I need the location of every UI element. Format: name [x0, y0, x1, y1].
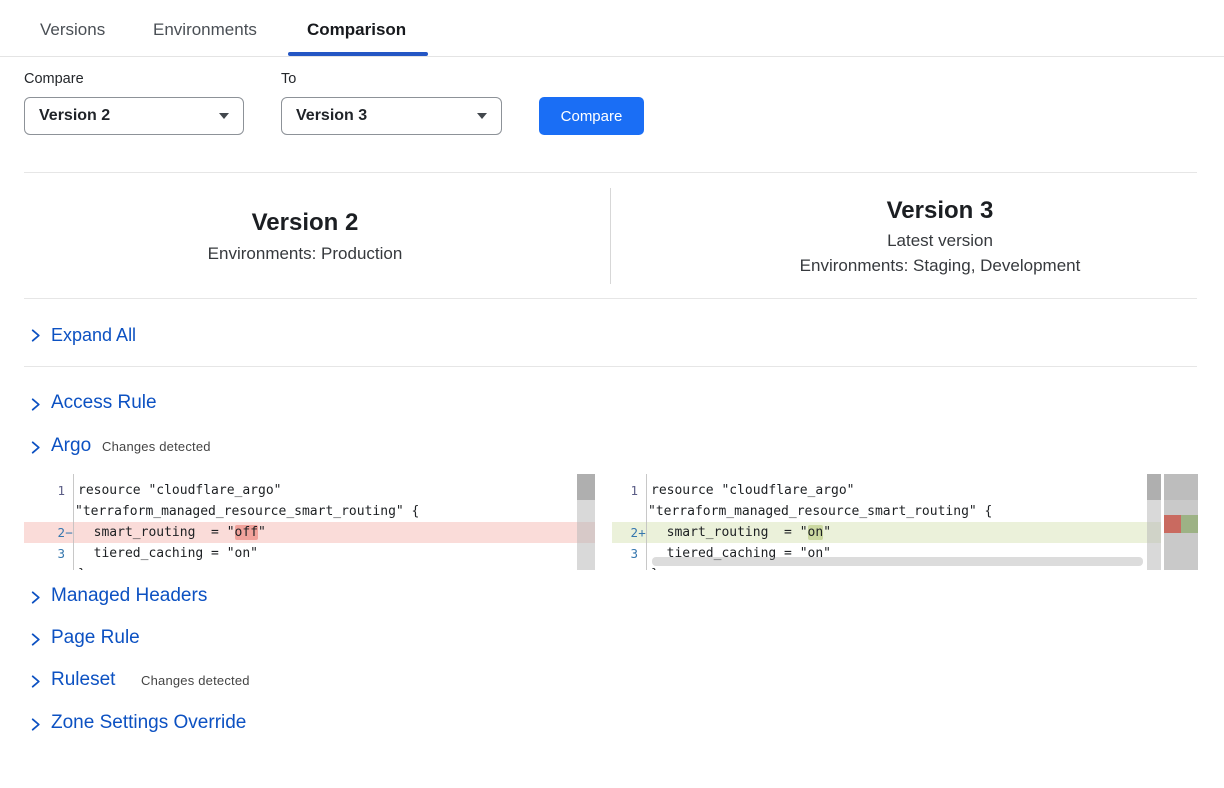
tab-comparison[interactable]: Comparison — [307, 20, 406, 40]
chevron-right-icon — [28, 674, 43, 689]
line-number: 2 — [24, 522, 65, 543]
version-right-subtitle: Latest version — [656, 231, 1224, 251]
divider — [24, 172, 1197, 173]
line-number: 1 — [24, 480, 65, 501]
code-text: smart_routing = "on" — [646, 522, 831, 543]
code-text: "terraform_managed_resource_smart_routin… — [73, 501, 419, 522]
section-toggle-page-rule[interactable]: Page Rule — [51, 627, 140, 649]
diff-line-removed: 2− smart_routing = "off" — [24, 522, 595, 543]
compare-label: Compare — [24, 71, 84, 87]
tab-environments[interactable]: Environments — [153, 20, 257, 40]
diff-line-wrap: "terraform_managed_resource_smart_routin… — [612, 501, 1161, 522]
code-text: "terraform_managed_resource_smart_routin… — [646, 501, 992, 522]
horizontal-scrollbar[interactable] — [652, 557, 1143, 566]
version-right-header: Version 3 Latest version Environments: S… — [656, 197, 1224, 276]
line-number: 3 — [612, 543, 638, 564]
diff-line-wrap: "terraform_managed_resource_smart_routin… — [24, 501, 595, 522]
active-tab-underline — [288, 52, 428, 56]
tab-versions[interactable]: Versions — [40, 20, 105, 40]
diff-panel-version-3: 1 resource "cloudflare_argo" "terraform_… — [612, 474, 1161, 570]
line-number: 4 — [612, 564, 638, 570]
compare-from-value: Version 2 — [39, 107, 110, 125]
section-toggle-zone-settings-override[interactable]: Zone Settings Override — [51, 712, 246, 734]
code-text: } — [73, 564, 86, 570]
line-number: 4 — [24, 564, 65, 570]
version-left-environments: Environments: Production — [24, 244, 586, 264]
scrollbar-thumb — [577, 474, 595, 500]
code-text: smart_routing = "off" — [73, 522, 266, 543]
version-left-header: Version 2 Environments: Production — [24, 209, 586, 264]
argo-changes-detected-badge: Changes detected — [102, 439, 211, 454]
removed-word-highlight: off — [235, 525, 258, 540]
chevron-right-icon — [28, 590, 43, 605]
chevron-down-icon — [219, 113, 229, 119]
tab-bar: Versions Environments Comparison — [0, 0, 1224, 57]
diff-line-added: 2+ smart_routing = "on" — [612, 522, 1161, 543]
diff-overview-minimap[interactable] — [1164, 474, 1198, 570]
chevron-right-icon — [28, 717, 43, 732]
added-marker: + — [638, 522, 646, 543]
chevron-right-icon — [28, 440, 43, 455]
scrollbar-thumb — [1147, 474, 1161, 500]
gutter-divider — [646, 474, 647, 570]
chevron-right-icon — [28, 328, 43, 343]
version-right-environments: Environments: Staging, Development — [656, 256, 1224, 276]
diff-code-left: 1 resource "cloudflare_argo" "terraform_… — [24, 474, 595, 570]
comparison-page: Versions Environments Comparison Compare… — [0, 0, 1224, 788]
section-toggle-ruleset[interactable]: Ruleset — [51, 669, 115, 691]
vertical-scrollbar[interactable] — [577, 474, 595, 570]
removed-marker: − — [65, 522, 73, 543]
expand-all-toggle[interactable]: Expand All — [51, 325, 136, 346]
diff-line: 3 tiered_caching = "on" — [24, 543, 595, 564]
section-toggle-managed-headers[interactable]: Managed Headers — [51, 585, 207, 607]
diff-line: 4 } — [24, 564, 595, 570]
compare-to-select[interactable]: Version 3 — [281, 97, 502, 135]
diff-line: 1 resource "cloudflare_argo" — [612, 480, 1161, 501]
vertical-scrollbar[interactable] — [1147, 474, 1161, 570]
line-number: 1 — [612, 480, 638, 501]
chevron-right-icon — [28, 632, 43, 647]
diff-panel-version-2: 1 resource "cloudflare_argo" "terraform_… — [24, 474, 595, 570]
compare-to-value: Version 3 — [296, 107, 367, 125]
chevron-down-icon — [477, 113, 487, 119]
compare-from-select[interactable]: Version 2 — [24, 97, 244, 135]
code-text: resource "cloudflare_argo" — [646, 480, 855, 501]
version-left-title: Version 2 — [24, 209, 586, 237]
ruleset-changes-detected-badge: Changes detected — [141, 673, 250, 688]
chevron-right-icon — [28, 397, 43, 412]
line-number: 3 — [24, 543, 65, 564]
compare-button[interactable]: Compare — [539, 97, 644, 135]
minimap-removed-marker — [1164, 515, 1181, 533]
minimap-thumb — [1164, 474, 1198, 500]
diff-line: 1 resource "cloudflare_argo" — [24, 480, 595, 501]
divider — [24, 366, 1197, 367]
gutter-divider — [73, 474, 74, 570]
code-text: resource "cloudflare_argo" — [73, 480, 282, 501]
minimap-added-marker — [1181, 515, 1198, 533]
header-vertical-divider — [610, 188, 611, 284]
version-right-title: Version 3 — [656, 197, 1224, 225]
section-toggle-access-rule[interactable]: Access Rule — [51, 392, 157, 414]
to-label: To — [281, 71, 296, 87]
code-text: tiered_caching = "on" — [73, 543, 258, 564]
line-number: 2 — [612, 522, 638, 543]
divider — [24, 298, 1197, 299]
section-toggle-argo[interactable]: Argo — [51, 435, 91, 457]
diff-code-right: 1 resource "cloudflare_argo" "terraform_… — [612, 474, 1161, 570]
added-word-highlight: on — [808, 525, 824, 540]
